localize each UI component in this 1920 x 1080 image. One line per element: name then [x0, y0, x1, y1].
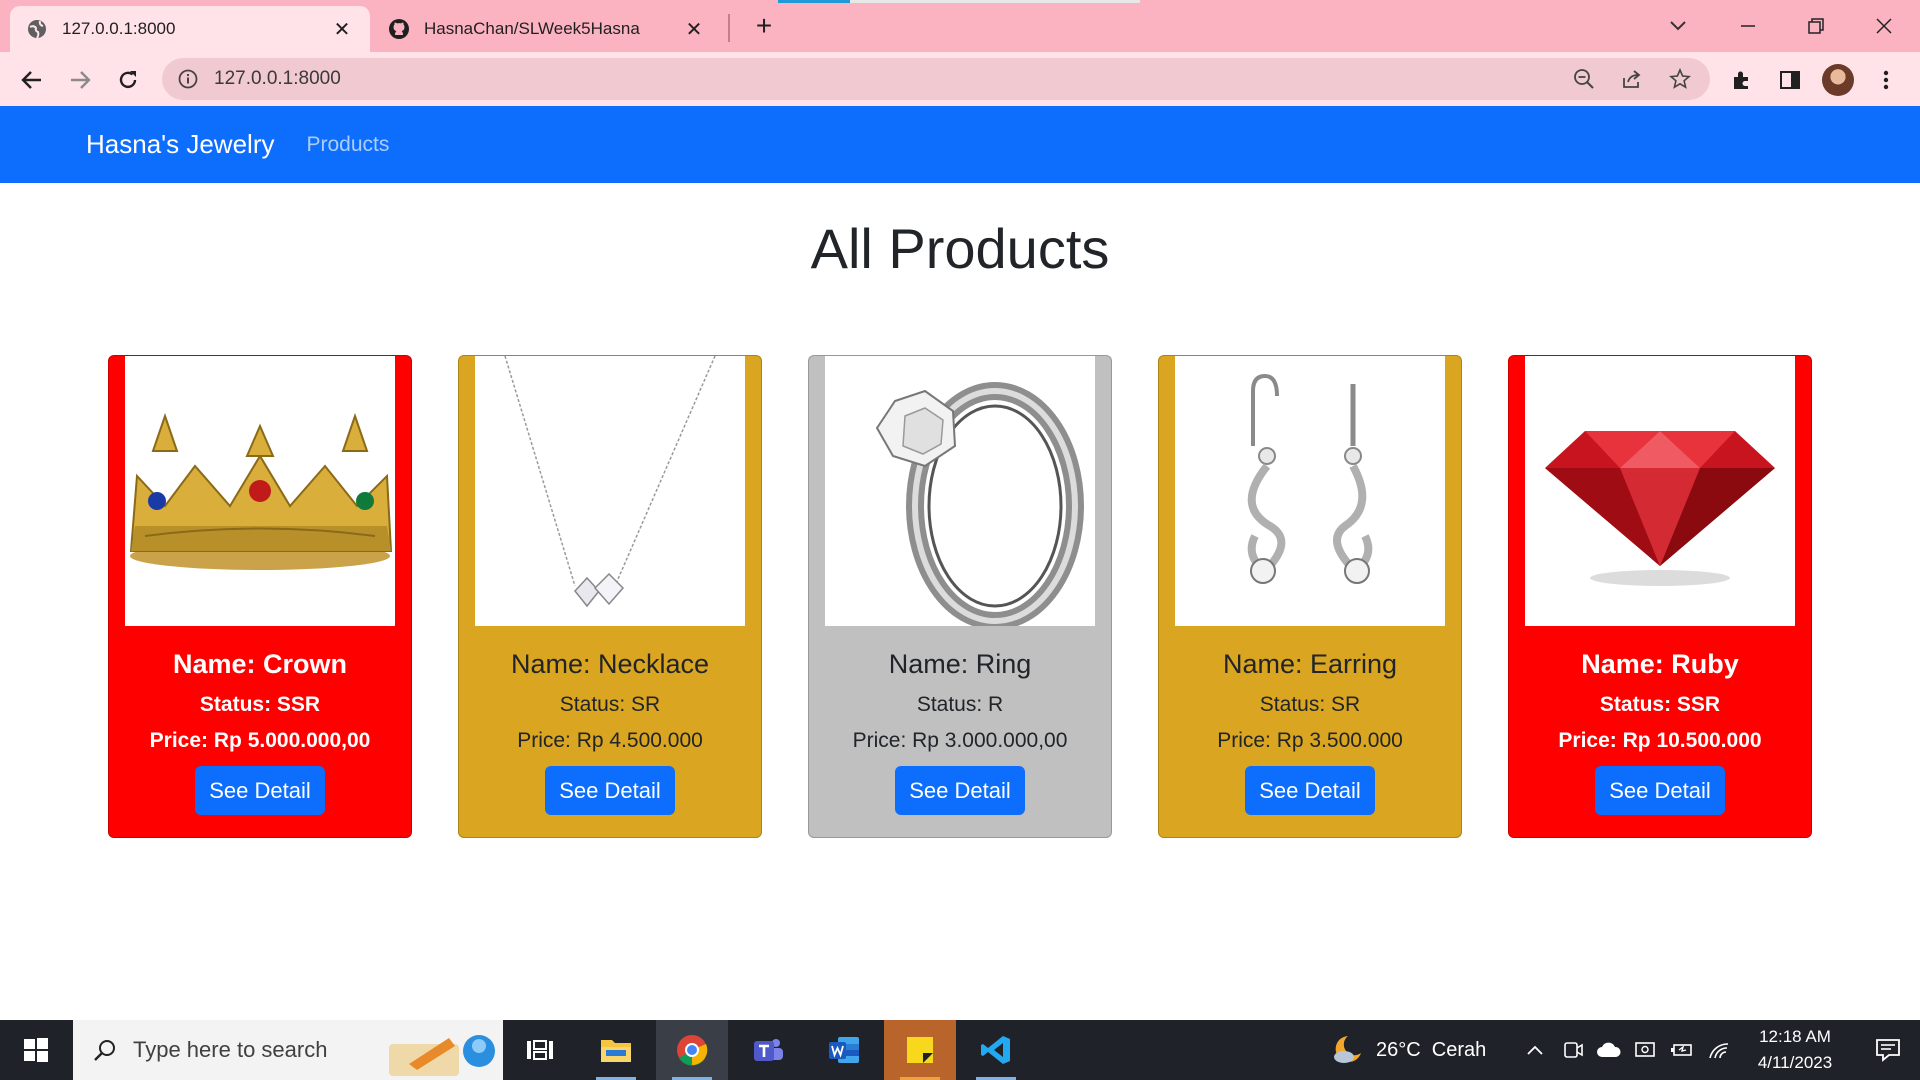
word-icon[interactable] [808, 1020, 880, 1080]
nav-products-link[interactable]: Products [306, 133, 389, 157]
tab-separator [728, 14, 730, 42]
battery-icon[interactable] [1670, 1020, 1694, 1080]
see-detail-button[interactable]: See Detail [545, 766, 675, 815]
product-price: Price: Rp 3.000.000,00 [852, 729, 1068, 752]
product-status: Status: SR [559, 693, 661, 716]
search-highlight-icon [389, 1024, 499, 1078]
clock-date: 4/11/2023 [1757, 1053, 1833, 1072]
product-price: Price: Rp 5.000.000,00 [149, 729, 371, 752]
windows-logo-icon [24, 1038, 48, 1062]
product-price: Price: Rp 4.500.000 [517, 729, 703, 752]
start-button[interactable] [0, 1020, 72, 1080]
brand-link[interactable]: Hasna's Jewelry [86, 129, 274, 160]
product-price: Price: Rp 3.500.000 [1217, 729, 1403, 752]
sticky-notes-icon[interactable] [884, 1020, 956, 1080]
reload-button[interactable] [110, 62, 146, 98]
address-url: 127.0.0.1:8000 [214, 68, 341, 89]
site-navbar: Hasna's Jewelry Products [0, 106, 1920, 183]
product-name: Name: Necklace [510, 649, 710, 679]
task-view-icon[interactable] [504, 1020, 576, 1080]
share-icon[interactable] [1614, 61, 1650, 97]
back-button[interactable] [14, 62, 50, 98]
chrome-icon[interactable] [656, 1020, 728, 1080]
tab-strip: 127.0.0.1:8000 ✕ HasnaChan/SLWeek5Hasna … [0, 0, 1920, 52]
tab-search-icon[interactable] [1656, 8, 1700, 44]
product-name: Name: Crown [172, 649, 348, 679]
close-tab-icon[interactable]: ✕ [682, 17, 706, 41]
system-clock[interactable]: 12:18 AM 4/11/2023 [1740, 1024, 1850, 1076]
clock-time: 12:18 AM [1759, 1027, 1831, 1046]
meet-now-icon[interactable] [1562, 1020, 1584, 1080]
see-detail-button[interactable]: See Detail [895, 766, 1025, 815]
product-status: Status: SSR [1599, 693, 1721, 716]
product-name: Name: Ring [888, 649, 1032, 679]
product-card: Name: Crown Status: SSR Price: Rp 5.000.… [108, 355, 412, 838]
globe-icon [26, 18, 48, 40]
product-price: Price: Rp 10.500.000 [1558, 729, 1762, 752]
search-placeholder: Type here to search [133, 1037, 328, 1062]
display-icon[interactable] [1634, 1020, 1656, 1080]
tab-title: 127.0.0.1:8000 [62, 19, 176, 38]
restore-button[interactable] [1794, 8, 1838, 44]
tab-localhost[interactable]: 127.0.0.1:8000 ✕ [10, 6, 370, 52]
product-card: Name: Ruby Status: SSR Price: Rp 10.500.… [1508, 355, 1812, 838]
product-status: Status: SR [1259, 693, 1361, 716]
product-card: Name: Necklace Status: SR Price: Rp 4.50… [458, 355, 762, 838]
see-detail-button[interactable]: See Detail [1245, 766, 1375, 815]
close-tab-icon[interactable]: ✕ [330, 17, 354, 41]
teams-icon[interactable] [732, 1020, 804, 1080]
close-window-button[interactable] [1862, 8, 1906, 44]
page-title: All Products [810, 217, 1110, 280]
extensions-icon[interactable] [1724, 62, 1760, 98]
profile-avatar[interactable] [1820, 62, 1856, 98]
product-card: Name: Ring Status: R Price: Rp 3.000.000… [808, 355, 1112, 838]
site-info-icon[interactable] [178, 69, 202, 89]
search-icon [93, 1038, 117, 1062]
file-explorer-icon[interactable] [580, 1020, 652, 1080]
tab-title: HasnaChan/SLWeek5Hasna [424, 19, 640, 38]
forward-button[interactable] [62, 62, 98, 98]
side-panel-icon[interactable] [1772, 62, 1808, 98]
windows-taskbar: Type here to search 26°C Cerah 12:18 AM … [0, 1020, 1920, 1080]
weather-widget[interactable]: 26°C Cerah [1330, 1020, 1486, 1080]
taskbar-search-box[interactable]: Type here to search [73, 1020, 503, 1080]
wifi-icon[interactable] [1708, 1020, 1732, 1080]
ruby-image [1525, 356, 1795, 626]
bookmark-star-icon[interactable] [1662, 61, 1698, 97]
minimize-button[interactable] [1726, 8, 1770, 44]
more-menu-icon[interactable] [1868, 62, 1904, 98]
zoom-icon[interactable] [1566, 61, 1602, 97]
vscode-icon[interactable] [960, 1020, 1032, 1080]
ring-image [825, 356, 1095, 626]
see-detail-button[interactable]: See Detail [195, 766, 325, 815]
product-card: Name: Earring Status: SR Price: Rp 3.500… [1158, 355, 1462, 838]
necklace-image [475, 356, 745, 626]
loading-bar [778, 0, 1140, 3]
crown-image [125, 356, 395, 626]
show-hidden-icons[interactable] [1526, 1020, 1544, 1080]
product-status: Status: SSR [199, 693, 321, 716]
see-detail-button[interactable]: See Detail [1595, 766, 1725, 815]
weather-text: 26°C Cerah [1376, 1038, 1487, 1061]
product-status: Status: R [916, 693, 1004, 716]
address-bar[interactable]: 127.0.0.1:8000 [162, 58, 1710, 100]
tab-github[interactable]: HasnaChan/SLWeek5Hasna ✕ [372, 6, 722, 52]
earring-image [1175, 356, 1445, 626]
browser-toolbar: 127.0.0.1:8000 [0, 52, 1920, 106]
notifications-icon[interactable] [1856, 1020, 1920, 1080]
weather-moon-icon [1334, 1036, 1361, 1063]
product-name: Name: Earring [1222, 649, 1398, 679]
new-tab-button[interactable]: + [748, 10, 780, 42]
github-icon [388, 18, 410, 40]
onedrive-icon[interactable] [1596, 1020, 1622, 1080]
product-name: Name: Ruby [1581, 649, 1739, 679]
